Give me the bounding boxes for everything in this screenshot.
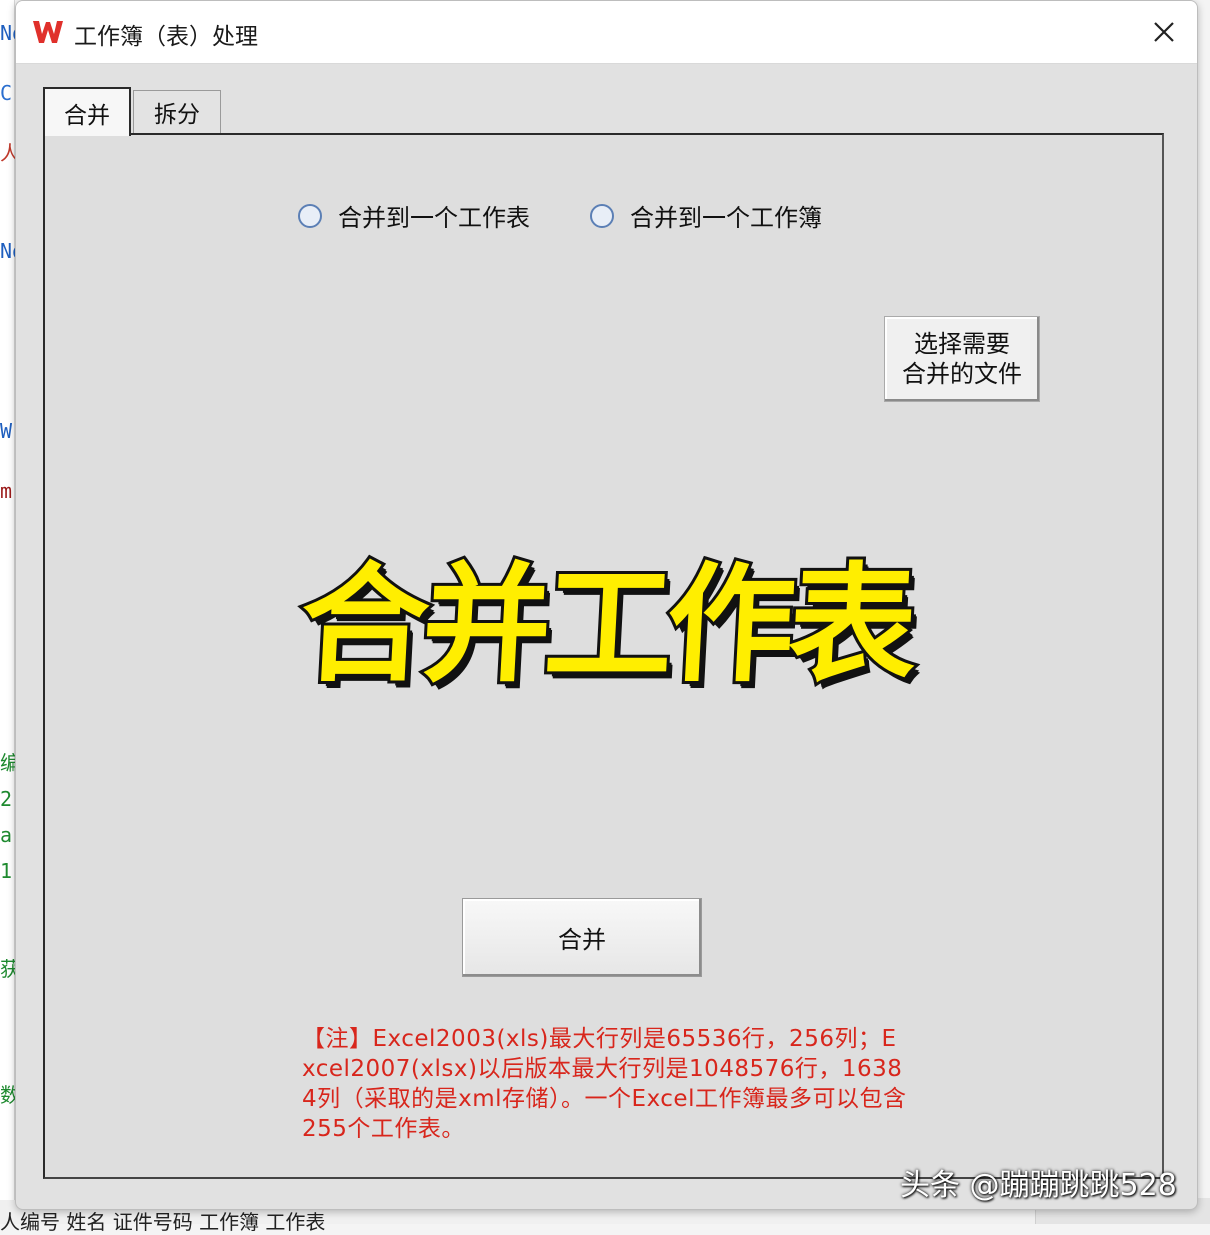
option-label: 合并到一个工作簿	[630, 204, 822, 232]
workbook-processing-dialog: 工作簿（表）处理 合并 拆分 合并到一个工作表 合并到一个工作簿 选择需要 合并的…	[15, 0, 1198, 1210]
select-files-label-line1: 选择需要	[914, 330, 1010, 358]
background-sheet-header-text: 人编号 姓名 证件号码 工作簿 工作表	[0, 1210, 326, 1234]
wps-logo-icon	[32, 18, 64, 46]
note-text: 【注】Excel2003(xls)最大行列是65536行，256列；Excel2…	[302, 1026, 907, 1142]
option-label: 合并到一个工作表	[338, 204, 530, 232]
close-icon	[1154, 22, 1174, 42]
radio-button[interactable]	[298, 203, 322, 228]
bg-fragment: W	[0, 419, 13, 443]
overlay-title: 合并工作表	[294, 548, 918, 703]
select-files-label-line2: 合并的文件	[902, 360, 1022, 388]
bg-fragment: C	[0, 81, 13, 105]
watermark: 头条 @蹦蹦跳跳528	[900, 1168, 1177, 1203]
select-files-label: 选择需要 合并的文件	[897, 329, 1027, 389]
background-editor: No C 人 No W m 编 2 a 1 获 数	[0, 0, 24, 1224]
select-files-button[interactable]: 选择需要 合并的文件	[884, 316, 1040, 402]
tab-merge[interactable]: 合并	[43, 87, 131, 136]
window-title: 工作簿（表）处理	[74, 24, 258, 50]
tab-split[interactable]: 拆分	[133, 90, 221, 133]
bg-fragment: m	[0, 479, 13, 503]
bg-fragment: a	[0, 823, 13, 847]
radio-button[interactable]	[590, 203, 614, 228]
bg-fragment: 2	[0, 787, 13, 811]
option-merge-to-one-workbook[interactable]: 合并到一个工作簿	[590, 198, 822, 233]
close-button[interactable]	[1145, 13, 1183, 51]
bg-fragment: 1	[0, 859, 13, 883]
merge-button[interactable]: 合并	[462, 898, 702, 977]
option-merge-to-one-sheet[interactable]: 合并到一个工作表	[298, 198, 530, 233]
title-bar: 工作簿（表）处理	[16, 1, 1197, 64]
